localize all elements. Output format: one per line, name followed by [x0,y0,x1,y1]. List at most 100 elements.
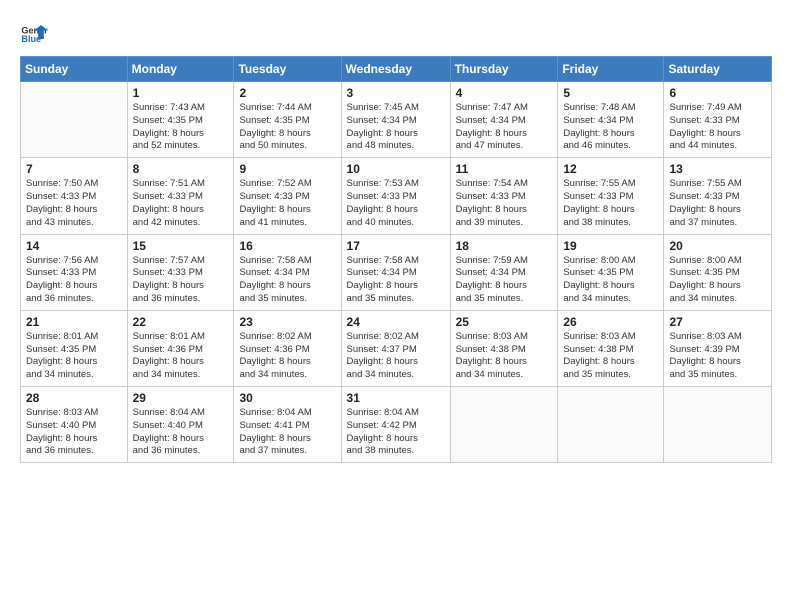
day-number: 15 [133,239,229,253]
calendar-cell: 29 Sunrise: 8:04 AM Sunset: 4:40 PM Dayli… [127,387,234,463]
calendar-cell: 10 Sunrise: 7:53 AM Sunset: 4:33 PM Dayli… [341,158,450,234]
calendar-week-1: 1 Sunrise: 7:43 AM Sunset: 4:35 PM Daylig… [21,82,772,158]
calendar-cell: 15Sunrise: 7:57 AM Sunset: 4:33 PM Dayli… [127,234,234,310]
calendar-cell: 3 Sunrise: 7:45 AM Sunset: 4:34 PM Daylig… [341,82,450,158]
day-number: 3 [347,86,445,100]
calendar-week-5: 28 Sunrise: 8:03 AM Sunset: 4:40 PM Dayli… [21,387,772,463]
day-number: 28 [26,391,122,405]
day-number: 11 [456,162,553,176]
calendar-cell: 31 Sunrise: 8:04 AM Sunset: 4:42 PM Dayli… [341,387,450,463]
day-number: 2 [239,86,335,100]
day-number: 10 [347,162,445,176]
calendar-cell: 17 Sunrise: 7:58 AM Sunset: 4:34 PM Dayli… [341,234,450,310]
weekday-header-sunday: Sunday [21,57,128,82]
calendar-cell: 6Sunrise: 7:49 AM Sunset: 4:33 PM Daylig… [664,82,772,158]
calendar-cell: 2 Sunrise: 7:44 AM Sunset: 4:35 PM Daylig… [234,82,341,158]
day-info: Sunrise: 8:02 AM Sunset: 4:36 PM Dayligh… [239,331,335,382]
day-info: Sunrise: 8:03 AM Sunset: 4:38 PM Dayligh… [563,331,658,382]
calendar-cell [21,82,128,158]
day-info: Sunrise: 8:04 AM Sunset: 4:42 PM Dayligh… [347,407,445,458]
day-number: 18 [456,239,553,253]
calendar-cell: 24 Sunrise: 8:02 AM Sunset: 4:37 PM Dayli… [341,310,450,386]
day-info: Sunrise: 8:03 AM Sunset: 4:38 PM Dayligh… [456,331,553,382]
day-number: 29 [133,391,229,405]
day-info: Sunrise: 7:51 AM Sunset: 4:33 PM Dayligh… [133,178,229,229]
day-info: Sunrise: 8:04 AM Sunset: 4:41 PM Dayligh… [239,407,335,458]
day-info: Sunrise: 7:58 AM Sunset: 4:34 PM Dayligh… [239,255,335,306]
calendar-cell: 25 Sunrise: 8:03 AM Sunset: 4:38 PM Dayli… [450,310,558,386]
weekday-header-monday: Monday [127,57,234,82]
day-info: Sunrise: 7:50 AM Sunset: 4:33 PM Dayligh… [26,178,122,229]
day-number: 20 [669,239,766,253]
day-info: Sunrise: 7:55 AM Sunset: 4:33 PM Dayligh… [669,178,766,229]
calendar-week-2: 7 Sunrise: 7:50 AM Sunset: 4:33 PM Daylig… [21,158,772,234]
day-info: Sunrise: 7:53 AM Sunset: 4:33 PM Dayligh… [347,178,445,229]
calendar-cell: 9Sunrise: 7:52 AM Sunset: 4:33 PM Daylig… [234,158,341,234]
weekday-header-wednesday: Wednesday [341,57,450,82]
day-number: 4 [456,86,553,100]
day-info: Sunrise: 7:47 AM Sunset: 4:34 PM Dayligh… [456,102,553,153]
day-number: 27 [669,315,766,329]
calendar-cell [450,387,558,463]
calendar-cell: 21 Sunrise: 8:01 AM Sunset: 4:35 PM Dayli… [21,310,128,386]
day-number: 7 [26,162,122,176]
day-info: Sunrise: 8:02 AM Sunset: 4:37 PM Dayligh… [347,331,445,382]
calendar-cell [558,387,664,463]
calendar-cell: 12Sunrise: 7:55 AM Sunset: 4:33 PM Dayli… [558,158,664,234]
day-number: 8 [133,162,229,176]
day-number: 25 [456,315,553,329]
day-info: Sunrise: 8:03 AM Sunset: 4:39 PM Dayligh… [669,331,766,382]
calendar-week-3: 14Sunrise: 7:56 AM Sunset: 4:33 PM Dayli… [21,234,772,310]
header: General Blue [20,18,772,46]
day-number: 24 [347,315,445,329]
day-info: Sunrise: 7:44 AM Sunset: 4:35 PM Dayligh… [239,102,335,153]
calendar-cell: 20 Sunrise: 8:00 AM Sunset: 4:35 PM Dayli… [664,234,772,310]
weekday-header-tuesday: Tuesday [234,57,341,82]
day-number: 21 [26,315,122,329]
day-info: Sunrise: 7:43 AM Sunset: 4:35 PM Dayligh… [133,102,229,153]
logo-icon: General Blue [20,18,48,46]
day-number: 19 [563,239,658,253]
calendar-cell [664,387,772,463]
day-info: Sunrise: 8:04 AM Sunset: 4:40 PM Dayligh… [133,407,229,458]
day-info: Sunrise: 8:00 AM Sunset: 4:35 PM Dayligh… [669,255,766,306]
calendar-cell: 8 Sunrise: 7:51 AM Sunset: 4:33 PM Daylig… [127,158,234,234]
day-number: 6 [669,86,766,100]
day-info: Sunrise: 7:54 AM Sunset: 4:33 PM Dayligh… [456,178,553,229]
day-info: Sunrise: 8:00 AM Sunset: 4:35 PM Dayligh… [563,255,658,306]
weekday-header-saturday: Saturday [664,57,772,82]
calendar-cell: 30 Sunrise: 8:04 AM Sunset: 4:41 PM Dayli… [234,387,341,463]
calendar-table: SundayMondayTuesdayWednesdayThursdayFrid… [20,56,772,463]
day-number: 9 [239,162,335,176]
weekday-header-row: SundayMondayTuesdayWednesdayThursdayFrid… [21,57,772,82]
day-info: Sunrise: 8:03 AM Sunset: 4:40 PM Dayligh… [26,407,122,458]
day-number: 5 [563,86,658,100]
calendar-cell: 28 Sunrise: 8:03 AM Sunset: 4:40 PM Dayli… [21,387,128,463]
day-info: Sunrise: 7:48 AM Sunset: 4:34 PM Dayligh… [563,102,658,153]
weekday-header-thursday: Thursday [450,57,558,82]
calendar-cell: 26 Sunrise: 8:03 AM Sunset: 4:38 PM Dayli… [558,310,664,386]
day-info: Sunrise: 7:59 AM Sunset: 4:34 PM Dayligh… [456,255,553,306]
weekday-header-friday: Friday [558,57,664,82]
day-number: 1 [133,86,229,100]
calendar-week-4: 21 Sunrise: 8:01 AM Sunset: 4:35 PM Dayli… [21,310,772,386]
day-number: 23 [239,315,335,329]
day-number: 26 [563,315,658,329]
day-number: 17 [347,239,445,253]
day-info: Sunrise: 8:01 AM Sunset: 4:35 PM Dayligh… [26,331,122,382]
calendar-cell: 7 Sunrise: 7:50 AM Sunset: 4:33 PM Daylig… [21,158,128,234]
page: General Blue SundayMondayTuesdayWednesda… [0,0,792,612]
calendar-cell: 27 Sunrise: 8:03 AM Sunset: 4:39 PM Dayli… [664,310,772,386]
day-info: Sunrise: 7:45 AM Sunset: 4:34 PM Dayligh… [347,102,445,153]
day-info: Sunrise: 7:55 AM Sunset: 4:33 PM Dayligh… [563,178,658,229]
day-number: 31 [347,391,445,405]
calendar-cell: 1 Sunrise: 7:43 AM Sunset: 4:35 PM Daylig… [127,82,234,158]
calendar-cell: 23 Sunrise: 8:02 AM Sunset: 4:36 PM Dayli… [234,310,341,386]
calendar-cell: 14Sunrise: 7:56 AM Sunset: 4:33 PM Dayli… [21,234,128,310]
day-info: Sunrise: 8:01 AM Sunset: 4:36 PM Dayligh… [133,331,229,382]
calendar-cell: 22Sunrise: 8:01 AM Sunset: 4:36 PM Dayli… [127,310,234,386]
day-info: Sunrise: 7:58 AM Sunset: 4:34 PM Dayligh… [347,255,445,306]
day-number: 30 [239,391,335,405]
calendar-cell: 18 Sunrise: 7:59 AM Sunset: 4:34 PM Dayli… [450,234,558,310]
calendar-cell: 19 Sunrise: 8:00 AM Sunset: 4:35 PM Dayli… [558,234,664,310]
